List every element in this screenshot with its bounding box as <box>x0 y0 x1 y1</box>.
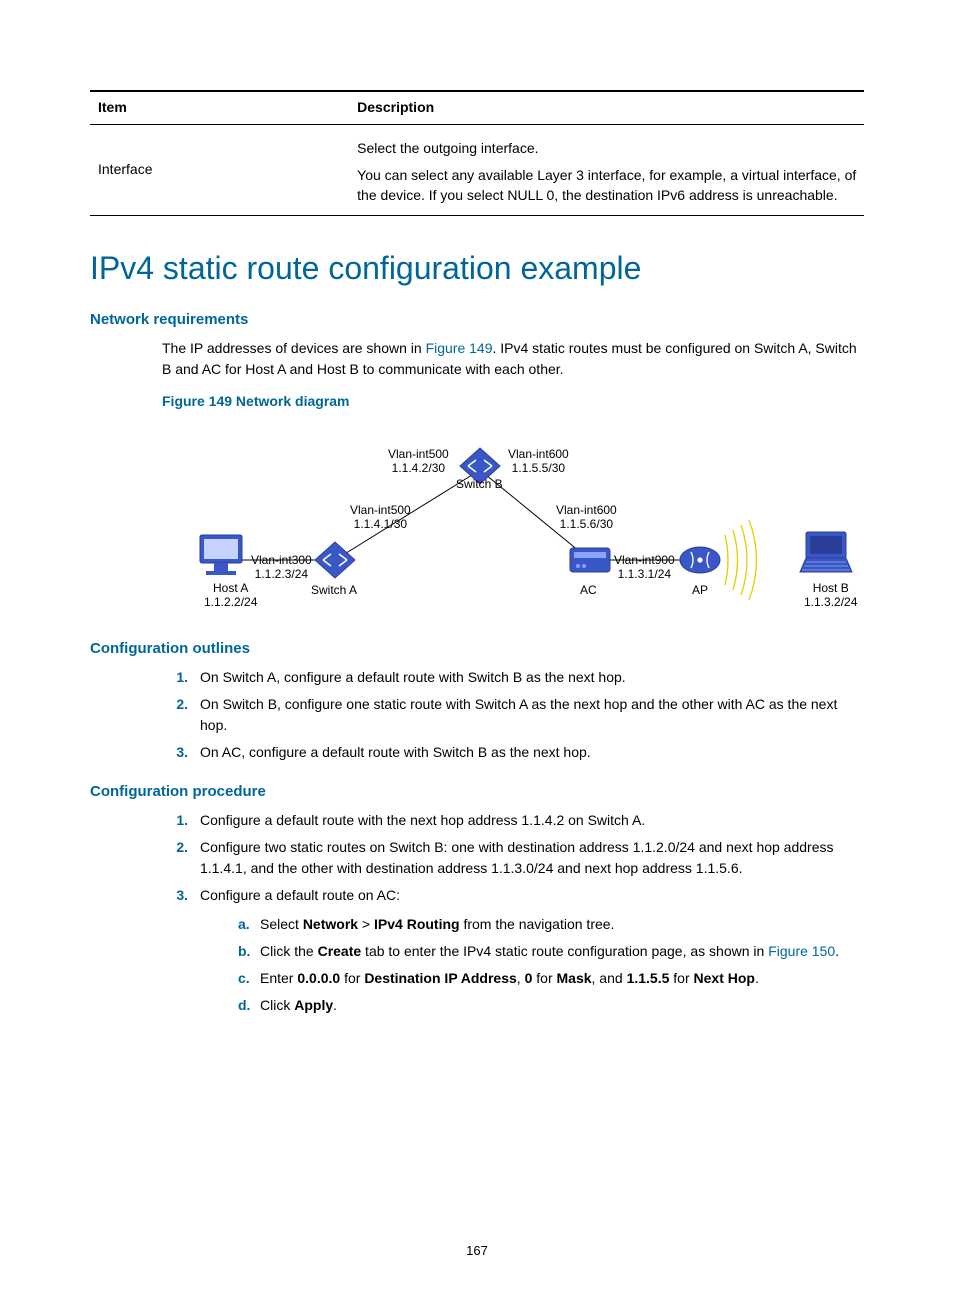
list-marker: 3. <box>162 742 200 763</box>
text-span: tab to enter the IPv4 static route confi… <box>361 943 768 959</box>
text-span: . <box>333 997 337 1013</box>
list-marker: a. <box>238 914 260 935</box>
table-header-item: Item <box>90 91 353 124</box>
list-item: 2. Configure two static routes on Switch… <box>162 837 864 879</box>
text-span: > <box>358 916 374 932</box>
table-row: Interface Select the outgoing interface.… <box>90 124 864 216</box>
list-text: Click Apply. <box>260 995 864 1016</box>
item-description-table: Item Description Interface Select the ou… <box>90 90 864 216</box>
text-span: Enter <box>260 970 297 986</box>
bold-text: Apply <box>294 997 333 1013</box>
link-figure-149[interactable]: Figure 149 <box>426 340 493 356</box>
sub-list: a. Select Network > IPv4 Routing from th… <box>238 914 864 1016</box>
configuration-procedure-list: 1. Configure a default route with the ne… <box>162 810 864 1022</box>
list-marker: 2. <box>162 694 200 715</box>
page-title: IPv4 static route configuration example <box>90 246 864 291</box>
section-network-requirements: Network requirements <box>90 309 864 330</box>
list-marker: 3. <box>162 885 200 906</box>
list-text: Configure a default route with the next … <box>200 810 864 831</box>
text-span: Select <box>260 916 303 932</box>
list-item: a. Select Network > IPv4 Routing from th… <box>238 914 864 935</box>
label-switchb-left: Vlan-int5001.1.4.2/30 <box>388 448 449 476</box>
list-marker: 1. <box>162 667 200 688</box>
label-switcha: Switch A <box>311 584 357 598</box>
table-cell-desc-p1: Select the outgoing interface. <box>357 139 860 159</box>
list-item: 1. Configure a default route with the ne… <box>162 810 864 831</box>
network-diagram: Vlan-int5001.1.4.2/30 Vlan-int6001.1.5.5… <box>160 420 880 618</box>
bold-text: 0.0.0.0 <box>297 970 340 986</box>
configuration-outlines-list: 1. On Switch A, configure a default rout… <box>162 667 864 763</box>
bold-text: Network <box>303 916 358 932</box>
list-text: On Switch A, configure a default route w… <box>200 667 864 688</box>
label-hosta: Host A1.1.2.2/24 <box>204 582 257 610</box>
bold-text: Destination IP Address <box>364 970 516 986</box>
bold-text: 1.1.5.5 <box>627 970 670 986</box>
label-ac-top: Vlan-int6001.1.5.6/30 <box>556 504 617 532</box>
list-marker: d. <box>238 995 260 1016</box>
text-span: , <box>517 970 525 986</box>
text-span: for <box>669 970 693 986</box>
label-switcha-top: Vlan-int5001.1.4.1/30 <box>350 504 411 532</box>
list-item: 2. On Switch B, configure one static rou… <box>162 694 864 736</box>
table-cell-desc-p2: You can select any available Layer 3 int… <box>357 166 860 205</box>
list-item: 1. On Switch A, configure a default rout… <box>162 667 864 688</box>
link-figure-150[interactable]: Figure 150 <box>768 943 835 959</box>
section-configuration-procedure: Configuration procedure <box>90 781 864 802</box>
text-span: . <box>835 943 839 959</box>
list-marker: 2. <box>162 837 200 858</box>
text-span: from the navigation tree. <box>460 916 615 932</box>
list-text: Enter 0.0.0.0 for Destination IP Address… <box>260 968 864 989</box>
list-text: Configure a default route on AC: a. Sele… <box>200 885 864 1022</box>
list-text: Click the Create tab to enter the IPv4 s… <box>260 941 864 962</box>
text-span: Click the <box>260 943 318 959</box>
bold-text: Mask <box>557 970 592 986</box>
label-switchb: Switch B <box>456 478 503 492</box>
page-number: 167 <box>0 1242 954 1260</box>
label-ap: AP <box>692 584 708 598</box>
table-header-row: Item Description <box>90 91 864 124</box>
table-cell-item: Interface <box>90 124 353 216</box>
bold-text: IPv4 Routing <box>374 916 460 932</box>
network-requirements-text: The IP addresses of devices are shown in… <box>162 338 864 380</box>
table-header-description: Description <box>353 91 864 124</box>
list-item: 3. On AC, configure a default route with… <box>162 742 864 763</box>
text-span: Click <box>260 997 294 1013</box>
section-configuration-outlines: Configuration outlines <box>90 638 864 659</box>
figure-caption: Figure 149 Network diagram <box>162 392 864 412</box>
list-item: b. Click the Create tab to enter the IPv… <box>238 941 864 962</box>
label-switchb-right: Vlan-int6001.1.5.5/30 <box>508 448 569 476</box>
text-span: The IP addresses of devices are shown in <box>162 340 426 356</box>
text-span: , and <box>592 970 627 986</box>
list-text: On AC, configure a default route with Sw… <box>200 742 864 763</box>
list-text: Configure two static routes on Switch B:… <box>200 837 864 879</box>
label-ac: AC <box>580 584 597 598</box>
list-item: 3. Configure a default route on AC: a. S… <box>162 885 864 1022</box>
list-item: c. Enter 0.0.0.0 for Destination IP Addr… <box>238 968 864 989</box>
list-text: On Switch B, configure one static route … <box>200 694 864 736</box>
label-hostb: Host B1.1.3.2/24 <box>804 582 857 610</box>
list-text: Select Network > IPv4 Routing from the n… <box>260 914 864 935</box>
text-span: Configure a default route on AC: <box>200 887 400 903</box>
label-switcha-left: Vlan-int3001.1.2.3/24 <box>251 554 312 582</box>
list-marker: b. <box>238 941 260 962</box>
text-span: for <box>340 970 364 986</box>
list-marker: c. <box>238 968 260 989</box>
list-marker: 1. <box>162 810 200 831</box>
bold-text: Next Hop <box>694 970 755 986</box>
label-ac-right: Vlan-int9001.1.3.1/24 <box>614 554 675 582</box>
bold-text: Create <box>318 943 362 959</box>
table-cell-description: Select the outgoing interface. You can s… <box>353 124 864 216</box>
text-span: for <box>532 970 556 986</box>
text-span: . <box>755 970 759 986</box>
list-item: d. Click Apply. <box>238 995 864 1016</box>
